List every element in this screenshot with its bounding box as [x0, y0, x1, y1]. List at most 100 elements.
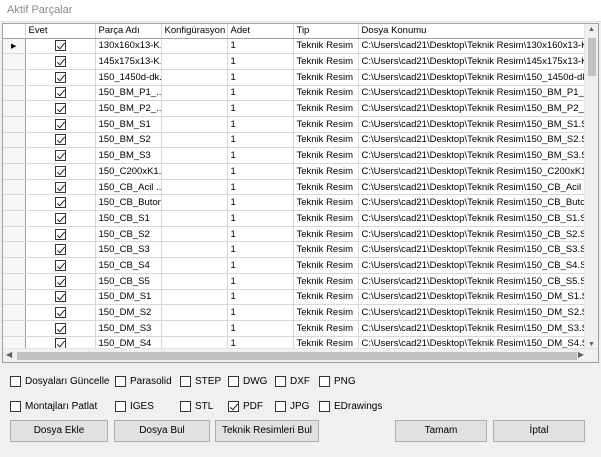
dwg-option[interactable]: DWG: [228, 376, 267, 387]
quantity-cell[interactable]: 1: [227, 53, 294, 70]
row-evet-checkbox[interactable]: [54, 307, 66, 319]
type-cell[interactable]: Teknik Resim: [293, 320, 359, 337]
quantity-cell[interactable]: 1: [227, 257, 294, 274]
part-name-cell[interactable]: 150_CB_S2: [95, 226, 162, 243]
evet-cell[interactable]: [25, 273, 96, 290]
quantity-cell[interactable]: 1: [227, 147, 294, 164]
file-path-cell[interactable]: C:\Users\cad21\Desktop\Teknik Resim\150_…: [358, 163, 598, 180]
table-row[interactable]: 145x175x13-K... 1 Teknik Resim C:\Users\cad…: [3, 53, 598, 70]
configuration-cell[interactable]: [161, 226, 228, 243]
column-header-konfigurasyon[interactable]: Konfigürasyon: [161, 24, 228, 39]
type-cell[interactable]: Teknik Resim: [293, 100, 359, 117]
row-evet-checkbox[interactable]: [54, 87, 66, 99]
type-cell[interactable]: Teknik Resim: [293, 226, 359, 243]
part-name-cell[interactable]: 150_BM_S3: [95, 147, 162, 164]
configuration-cell[interactable]: [161, 163, 228, 180]
configuration-cell[interactable]: [161, 257, 228, 274]
column-header-dosya-konumu[interactable]: Dosya Konumu: [358, 24, 598, 39]
table-row[interactable]: 150_CB_Acil ... 1 Teknik Resim C:\Users\cad…: [3, 179, 598, 196]
scroll-up-icon[interactable]: ▲: [588, 26, 595, 33]
horizontal-scroll-thumb[interactable]: [17, 352, 577, 360]
table-row[interactable]: 150_BM_S2 1 Teknik Resim C:\Users\cad21\Des…: [3, 132, 598, 149]
row-header[interactable]: [3, 273, 26, 290]
row-header[interactable]: [3, 132, 26, 149]
step-checkbox[interactable]: [180, 376, 191, 387]
row-evet-checkbox[interactable]: [54, 322, 66, 334]
table-row[interactable]: 150_CB_Buton 1 Teknik Resim C:\Users\cad21\…: [3, 194, 598, 212]
configuration-cell[interactable]: [161, 304, 228, 321]
configuration-cell[interactable]: [161, 210, 228, 227]
stl-option[interactable]: STL: [180, 401, 213, 412]
stl-checkbox[interactable]: [180, 401, 191, 412]
evet-cell[interactable]: [25, 38, 96, 55]
scroll-left-icon[interactable]: ◀: [6, 350, 12, 359]
row-evet-checkbox[interactable]: [54, 165, 66, 177]
type-cell[interactable]: Teknik Resim: [293, 257, 359, 274]
file-path-cell[interactable]: C:\Users\cad21\Desktop\Teknik Resim\150_…: [358, 69, 598, 86]
file-path-cell[interactable]: C:\Users\cad21\Desktop\Teknik Resim\150_…: [358, 132, 598, 149]
configuration-cell[interactable]: [161, 53, 228, 70]
evet-cell[interactable]: [25, 226, 96, 243]
type-cell[interactable]: Teknik Resim: [293, 273, 359, 290]
part-name-cell[interactable]: 150_BM_P2_...: [95, 100, 162, 117]
scroll-right-icon[interactable]: ▶: [578, 350, 584, 359]
part-name-cell[interactable]: 150_DM_S3: [95, 320, 162, 337]
jpg-option[interactable]: JPG: [275, 401, 309, 412]
evet-cell[interactable]: [25, 289, 96, 306]
row-header[interactable]: [3, 53, 26, 70]
evet-cell[interactable]: [25, 194, 96, 212]
table-row[interactable]: ▶ 130x160x13-K... 1 Teknik Resim C:\Users\ca…: [3, 38, 598, 55]
table-row[interactable]: 150_C200xK1... 1 Teknik Resim C:\Users\cad2…: [3, 163, 598, 180]
row-evet-checkbox[interactable]: [54, 134, 66, 146]
part-name-cell[interactable]: 150_BM_S1: [95, 116, 162, 133]
file-path-cell[interactable]: C:\Users\cad21\Desktop\Teknik Resim\150_…: [358, 289, 598, 306]
parasolid-checkbox[interactable]: [115, 376, 126, 387]
update-files-option[interactable]: Dosyaları Güncelle: [10, 376, 109, 387]
quantity-cell[interactable]: 1: [227, 179, 294, 196]
row-header[interactable]: [3, 289, 26, 306]
row-header[interactable]: [3, 241, 26, 259]
add-file-button[interactable]: Dosya Ekle: [10, 420, 108, 442]
quantity-cell[interactable]: 1: [227, 304, 294, 321]
file-path-cell[interactable]: C:\Users\cad21\Desktop\Teknik Resim\150_…: [358, 257, 598, 274]
quantity-cell[interactable]: 1: [227, 320, 294, 337]
configuration-cell[interactable]: [161, 85, 228, 102]
table-row[interactable]: 150_CB_S3 1 Teknik Resim C:\Users\cad21\Des…: [3, 241, 598, 259]
row-evet-checkbox[interactable]: [54, 259, 66, 271]
table-row[interactable]: 150_BM_P1_... 1 Teknik Resim C:\Users\cad21…: [3, 85, 598, 102]
update-files-checkbox[interactable]: [10, 376, 21, 387]
evet-cell[interactable]: [25, 69, 96, 86]
column-header-adet[interactable]: Adet: [227, 24, 294, 39]
row-evet-checkbox[interactable]: [54, 40, 66, 52]
cancel-button[interactable]: İptal: [493, 420, 585, 442]
type-cell[interactable]: Teknik Resim: [293, 289, 359, 306]
type-cell[interactable]: Teknik Resim: [293, 241, 359, 259]
iges-option[interactable]: IGES: [115, 401, 154, 412]
edrawings-option[interactable]: EDrawings: [319, 401, 382, 412]
file-path-cell[interactable]: C:\Users\cad21\Desktop\Teknik Resim\150_…: [358, 100, 598, 117]
pdf-checkbox[interactable]: [228, 401, 239, 412]
quantity-cell[interactable]: 1: [227, 163, 294, 180]
row-header[interactable]: [3, 163, 26, 180]
configuration-cell[interactable]: [161, 100, 228, 117]
file-path-cell[interactable]: C:\Users\cad21\Desktop\Teknik Resim\150_…: [358, 210, 598, 227]
step-option[interactable]: STEP: [180, 376, 221, 387]
vertical-scroll-thumb[interactable]: [588, 38, 596, 76]
configuration-cell[interactable]: [161, 194, 228, 212]
row-evet-checkbox[interactable]: [54, 197, 66, 209]
table-row[interactable]: 150_CB_S1 1 Teknik Resim C:\Users\cad21\Des…: [3, 210, 598, 227]
row-header[interactable]: [3, 210, 26, 227]
evet-cell[interactable]: [25, 257, 96, 274]
type-cell[interactable]: Teknik Resim: [293, 210, 359, 227]
row-evet-checkbox[interactable]: [54, 103, 66, 115]
configuration-cell[interactable]: [161, 116, 228, 133]
row-evet-checkbox[interactable]: [54, 56, 66, 68]
part-name-cell[interactable]: 150_BM_P1_...: [95, 85, 162, 102]
evet-cell[interactable]: [25, 116, 96, 133]
parasolid-option[interactable]: Parasolid: [115, 376, 172, 387]
configuration-cell[interactable]: [161, 69, 228, 86]
row-header[interactable]: [3, 100, 26, 117]
row-evet-checkbox[interactable]: [54, 150, 66, 162]
part-name-cell[interactable]: 150_CB_S5: [95, 273, 162, 290]
configuration-cell[interactable]: [161, 38, 228, 55]
